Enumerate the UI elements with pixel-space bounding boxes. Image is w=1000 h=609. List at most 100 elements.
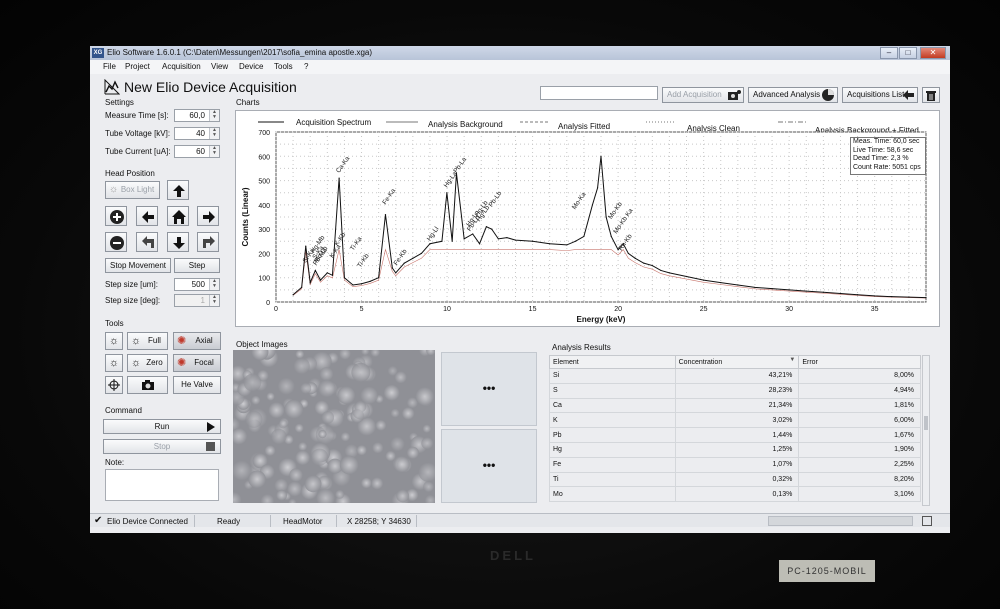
data-point: [391, 267, 393, 269]
spectrum-chart[interactable]: 0 5 10 15 20 25 30 35 0 100 200 300 400 500 600 700 Ener…: [238, 126, 938, 326]
full-button[interactable]: ☼ Full: [127, 332, 168, 350]
table-row[interactable]: Mo 0,13% 3,10%: [549, 486, 921, 503]
move-down-button[interactable]: [167, 232, 189, 252]
image-texture-blob: [278, 419, 288, 429]
image-texture-blob: [289, 468, 303, 482]
axial-button[interactable]: ✺ Axial: [173, 332, 221, 350]
tube-current-field[interactable]: 60 ▲ ▼: [174, 145, 220, 158]
acquisitions-list-button[interactable]: Acquisitions List: [842, 87, 918, 103]
delete-button[interactable]: [922, 87, 940, 103]
y-tick-label: 700: [258, 130, 270, 137]
status-motor: HeadMotor: [283, 517, 323, 526]
menu-project[interactable]: Project: [125, 62, 150, 71]
object-image-thumb-1[interactable]: •••: [441, 352, 537, 426]
col-concentration-label: Concentration: [678, 358, 723, 366]
measure-time-field[interactable]: 60,0 ▲ ▼: [174, 109, 220, 122]
spinner-arrows-icon[interactable]: ▲ ▼: [209, 279, 219, 290]
data-point: [596, 187, 599, 189]
scrollbar-thumb[interactable]: [924, 416, 928, 430]
results-scrollbar[interactable]: [922, 355, 930, 506]
zoom-out-button[interactable]: [105, 232, 127, 252]
advanced-analysis-button[interactable]: Advanced Analysis: [748, 87, 838, 103]
menu-view[interactable]: View: [211, 62, 228, 71]
concentration-cell: 3,02%: [674, 412, 800, 429]
home-button[interactable]: [167, 206, 189, 226]
box-light-button[interactable]: ☼ Box Light: [105, 181, 160, 199]
move-right-button[interactable]: [197, 206, 219, 226]
move-left-button[interactable]: [136, 206, 158, 226]
zero-button[interactable]: ☼ Zero: [127, 354, 168, 372]
menu-acquisition[interactable]: Acquisition: [162, 62, 201, 71]
y-tick-label: 600: [258, 154, 270, 161]
table-row[interactable]: Pb 1,44% 1,67%: [549, 427, 921, 443]
image-texture-blob: [393, 456, 410, 473]
stop-movement-button[interactable]: Stop Movement: [105, 258, 171, 273]
step-size-deg-field[interactable]: 1 ▲ ▼: [174, 294, 220, 307]
data-point: [660, 269, 662, 272]
object-image-thumb-2[interactable]: •••: [441, 429, 537, 503]
brightness-button[interactable]: ☼: [105, 332, 123, 350]
table-row[interactable]: Fe 1,07% 2,25%: [549, 456, 921, 473]
stop-button[interactable]: Stop: [103, 439, 221, 454]
move-up-button[interactable]: [167, 180, 189, 200]
image-texture-blob: [318, 379, 336, 398]
zoom-in-button[interactable]: [105, 206, 127, 226]
data-point: [514, 239, 517, 241]
table-row[interactable]: Si 43,21% 8,00%: [549, 368, 921, 384]
x-tick-label: 25: [700, 306, 708, 313]
dim-light-button[interactable]: ☼: [105, 354, 123, 372]
table-row[interactable]: K 3,02% 6,00%: [549, 412, 921, 429]
menu-tools[interactable]: Tools: [274, 62, 293, 71]
step-button[interactable]: Step: [174, 258, 220, 273]
tube-voltage-value: 40: [196, 129, 205, 138]
spinner-arrows-icon[interactable]: ▲ ▼: [209, 128, 219, 139]
he-valve-button[interactable]: He Valve: [173, 376, 221, 394]
col-concentration[interactable]: Concentration ▼: [674, 355, 800, 369]
error-cell: 2,25%: [798, 456, 921, 473]
spinner-arrows-icon[interactable]: ▲ ▼: [209, 146, 219, 157]
col-element[interactable]: Element: [549, 355, 676, 369]
image-texture-blob: [295, 450, 311, 466]
menu-help[interactable]: ?: [304, 62, 308, 71]
check-icon: ✔: [94, 515, 103, 526]
laser-icon: ✺: [177, 357, 187, 369]
menu-file[interactable]: File: [103, 62, 116, 71]
axial-label: Axial: [195, 336, 213, 345]
arrow-right-icon: [203, 211, 215, 223]
maximize-button[interactable]: □: [899, 47, 917, 59]
add-acquisition-button[interactable]: Add Acquisition: [662, 87, 744, 103]
data-point: [378, 277, 380, 279]
spinner-arrows-icon[interactable]: ▲ ▼: [209, 110, 219, 121]
object-image-main[interactable]: [233, 350, 435, 503]
rotate-right-button[interactable]: [197, 232, 219, 252]
header-search-input[interactable]: [540, 86, 658, 100]
focal-button[interactable]: ✺ Focal: [173, 354, 221, 372]
table-row[interactable]: Ca 21,34% 1,81%: [549, 397, 921, 414]
y-axis-label: Counts (Linear): [241, 187, 250, 246]
status-coords: X 28258; Y 34630: [347, 517, 411, 526]
tube-voltage-field[interactable]: 40 ▲ ▼: [174, 127, 220, 140]
data-point: [314, 269, 316, 272]
data-point: [610, 235, 612, 238]
table-row[interactable]: Hg 1,25% 1,90%: [549, 441, 921, 458]
menu-device[interactable]: Device: [239, 62, 263, 71]
concentration-cell: 1,25%: [674, 441, 800, 458]
image-texture-blob: [371, 477, 384, 490]
capture-image-button[interactable]: [127, 376, 168, 394]
close-button[interactable]: ✕: [920, 47, 946, 59]
add-acquisition-label: Add Acquisition: [667, 90, 722, 99]
table-row[interactable]: Ti 0,32% 8,20%: [549, 471, 921, 488]
note-textarea[interactable]: [105, 469, 219, 501]
data-point: [305, 245, 307, 247]
spinner-arrows-icon[interactable]: ▲ ▼: [209, 295, 219, 306]
table-row[interactable]: S 28,23% 4,94%: [549, 382, 921, 399]
data-point: [429, 243, 431, 245]
minimize-button[interactable]: –: [880, 47, 898, 59]
crosshair-button[interactable]: [105, 376, 123, 394]
step-size-um-field[interactable]: 500 ▲ ▼: [174, 278, 220, 291]
run-button[interactable]: Run: [103, 419, 221, 434]
col-error[interactable]: Error: [798, 355, 921, 369]
rotate-left-button[interactable]: [136, 232, 158, 252]
image-texture-blob: [356, 445, 367, 456]
status-divider: [194, 515, 195, 527]
